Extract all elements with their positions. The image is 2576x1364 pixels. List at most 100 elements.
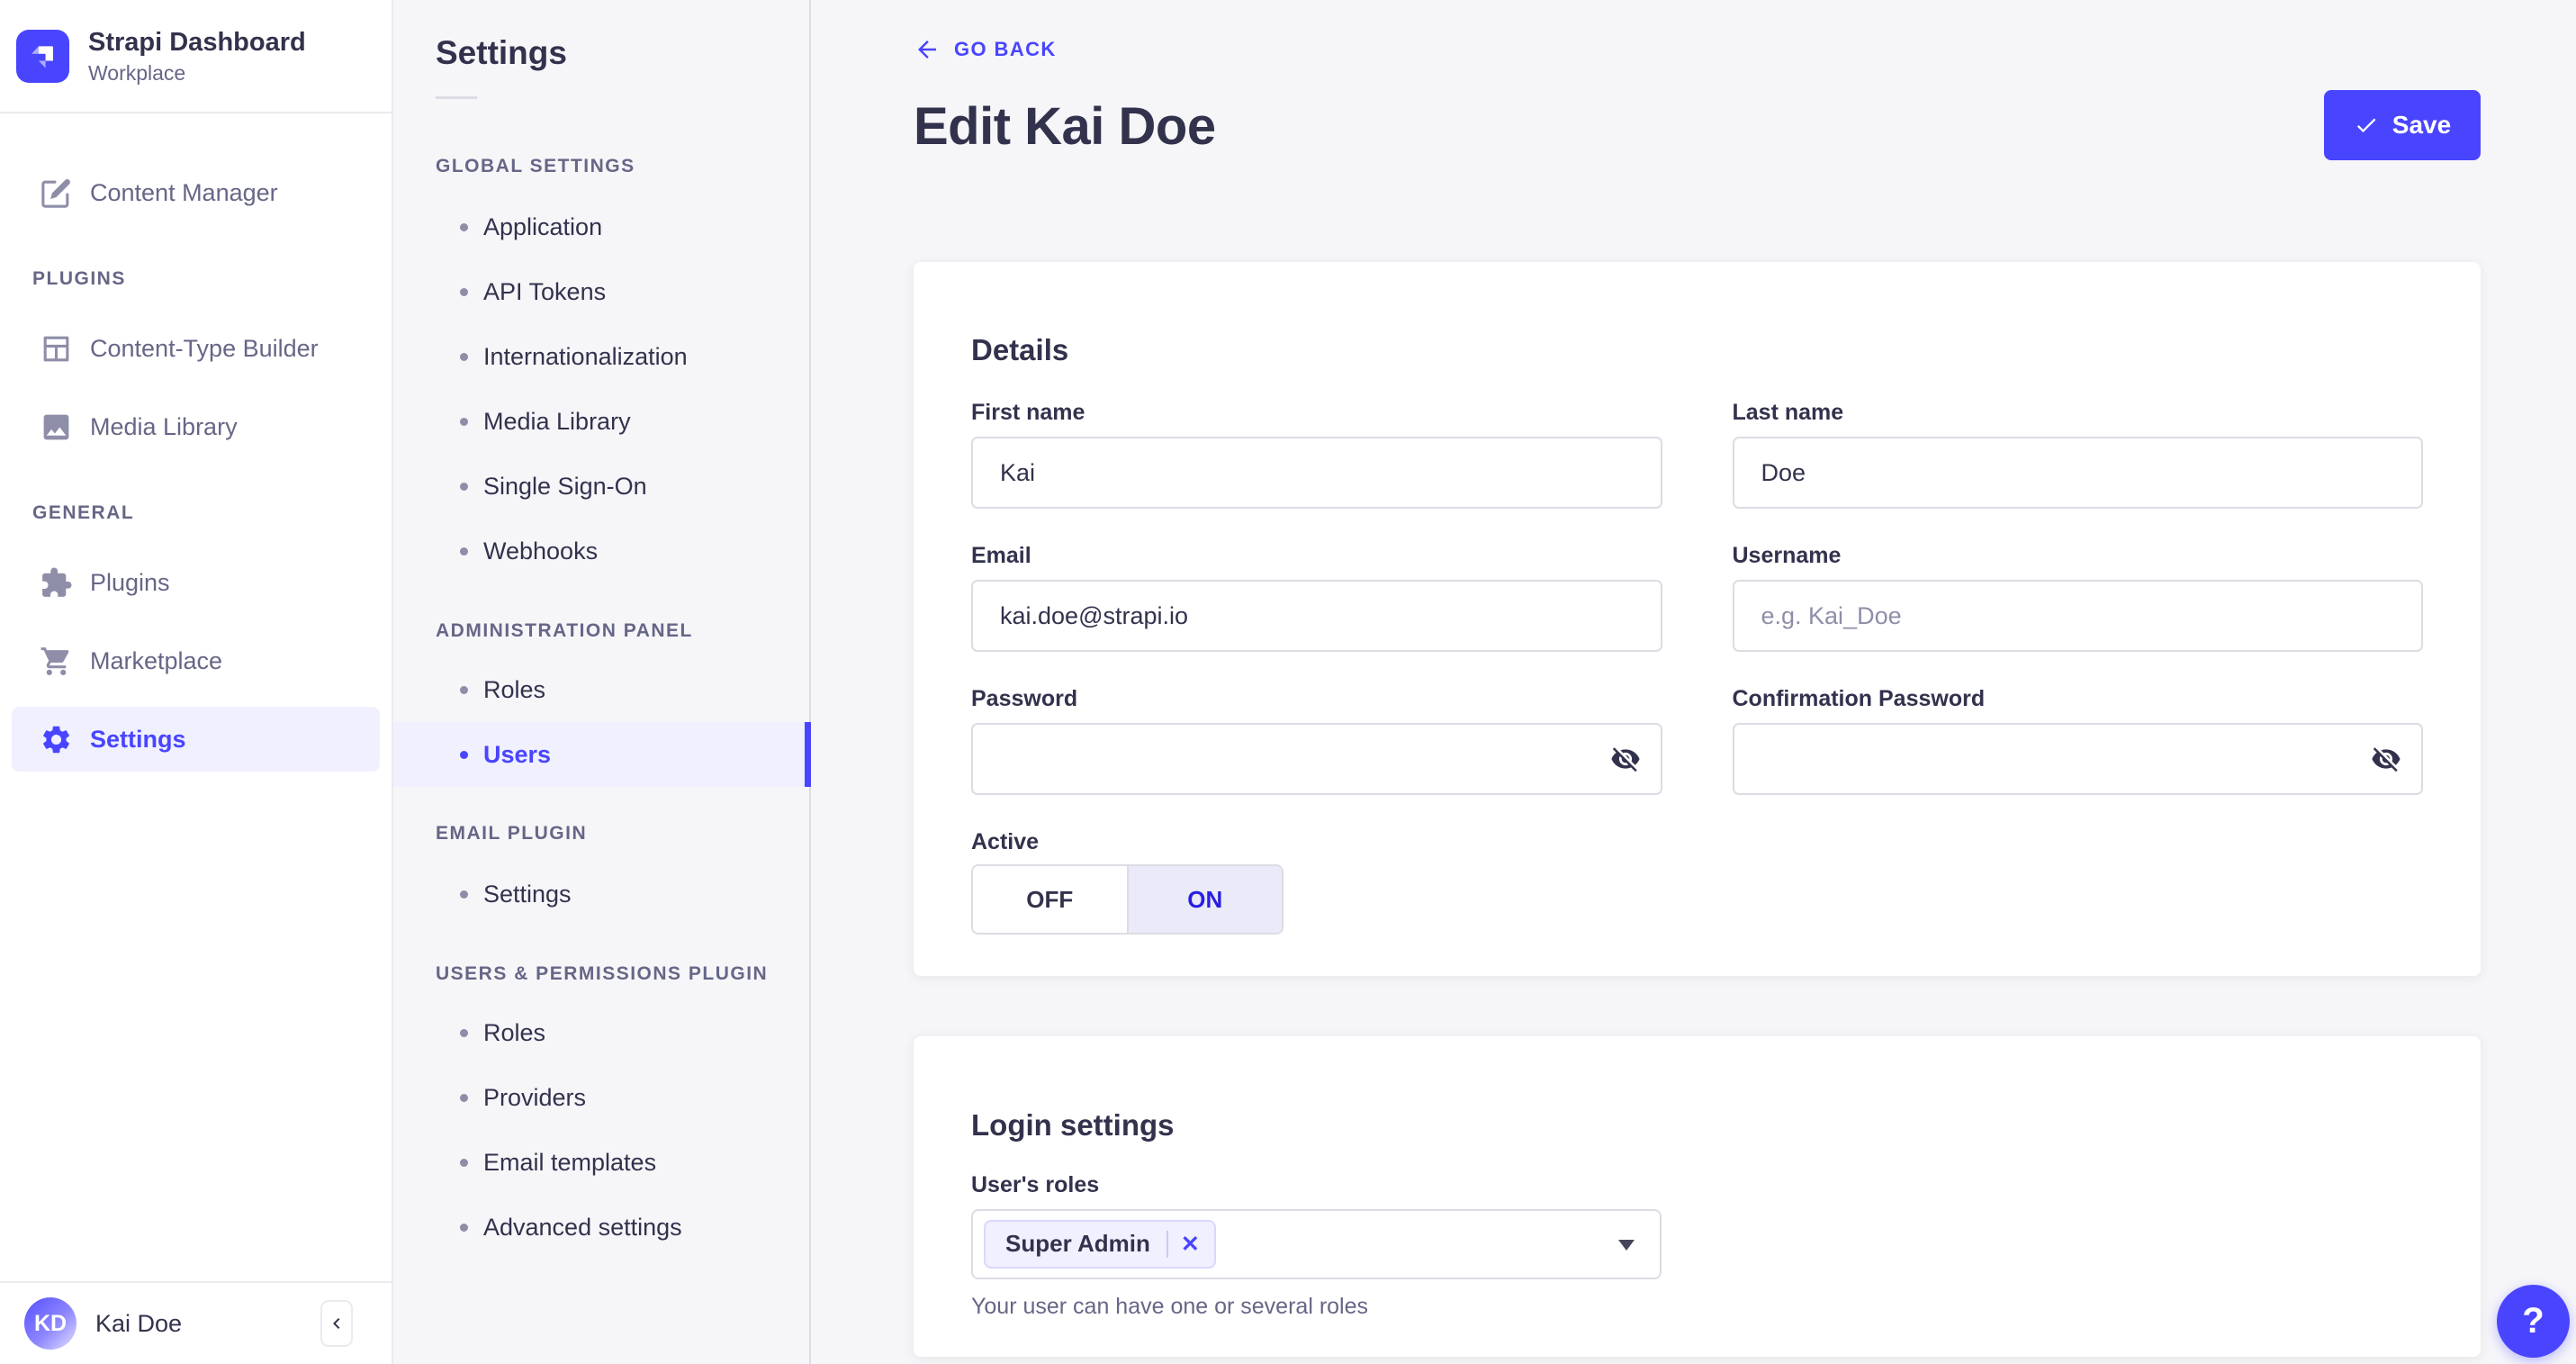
save-button[interactable]: Save <box>2324 90 2481 160</box>
subnav-item-label: Settings <box>483 880 572 908</box>
sidebar-item-settings[interactable]: Settings <box>12 707 380 772</box>
subnav-item-internationalization[interactable]: Internationalization <box>393 324 809 389</box>
brand-header: Strapi Dashboard Workplace <box>0 0 392 113</box>
subnav-item-email-templates[interactable]: Email templates <box>393 1130 809 1195</box>
subnav-item-label: Single Sign-On <box>483 472 647 500</box>
sidebar-item-media-library[interactable]: Media Library <box>12 394 380 459</box>
first-name-group: First name <box>971 400 1662 510</box>
subnav-item-label: Application <box>483 212 603 240</box>
remove-role-button[interactable]: ✕ <box>1170 1231 1214 1258</box>
roles-hint: Your user can have one or several roles <box>971 1293 1369 1319</box>
subnav-item-label: Email templates <box>483 1148 657 1176</box>
subnav-item-admin-users[interactable]: Users <box>393 722 811 787</box>
nav-section-general: GENERAL <box>32 502 135 523</box>
password-label: Password <box>971 686 1078 712</box>
avatar: KD <box>24 1297 77 1350</box>
subnav-item-label: Users <box>483 740 552 768</box>
toggle-off-option[interactable]: OFF <box>973 866 1129 934</box>
go-back-link[interactable]: GO BACK <box>914 36 1057 63</box>
subnav-item-webhooks[interactable]: Webhooks <box>393 519 809 583</box>
divider <box>436 96 477 99</box>
toggle-confirmation-visibility-button[interactable] <box>2364 736 2409 781</box>
role-chip-label: Super Admin <box>1005 1230 1150 1258</box>
page-header: GO BACK Edit Kai Doe Save <box>811 0 2576 160</box>
subnav-title: Settings <box>436 34 567 71</box>
eye-off-icon <box>2371 744 2401 774</box>
arrow-left-icon <box>914 36 941 63</box>
sidebar-item-plugins[interactable]: Plugins <box>12 550 380 615</box>
sidebar-item-content-manager[interactable]: Content Manager <box>12 160 380 225</box>
gear-icon <box>40 723 73 756</box>
last-name-label: Last name <box>1732 400 1844 426</box>
sidebar-item-marketplace[interactable]: Marketplace <box>12 628 380 693</box>
user-row: KD Kai Doe <box>0 1281 392 1364</box>
sidebar-item-label: Media Library <box>90 412 238 440</box>
save-label: Save <box>2391 111 2452 139</box>
confirmation-password-group: Confirmation Password <box>1732 686 2423 796</box>
subnav-item-admin-roles[interactable]: Roles <box>393 657 809 722</box>
sidebar-item-label: Content-Type Builder <box>90 334 319 362</box>
active-label: Active <box>971 829 1040 855</box>
toggle-on-option[interactable]: ON <box>1128 866 1282 934</box>
details-card: Details First name Last name Email Usern… <box>914 262 2481 977</box>
settings-subnav: Settings GLOBAL SETTINGS Application API… <box>393 0 811 1364</box>
last-name-group: Last name <box>1732 400 2423 510</box>
subnav-section-global-settings: GLOBAL SETTINGS <box>436 156 635 176</box>
details-heading: Details <box>971 333 1069 367</box>
username-label: Username <box>1732 543 1842 569</box>
subnav-section-email-plugin: EMAIL PLUGIN <box>436 823 588 844</box>
confirmation-password-field[interactable] <box>1732 723 2423 796</box>
app-title: Strapi Dashboard <box>88 28 306 58</box>
nav-section-plugins: PLUGINS <box>32 268 126 289</box>
details-form: First name Last name Email Username Pass… <box>971 400 2423 935</box>
strapi-logo-icon <box>16 29 69 83</box>
sidebar-item-content-type-builder[interactable]: Content-Type Builder <box>12 316 380 381</box>
username-field[interactable] <box>1732 580 2423 653</box>
role-chip: Super Admin ✕ <box>984 1219 1216 1269</box>
subnav-item-providers[interactable]: Providers <box>393 1065 809 1130</box>
subnav-item-up-roles[interactable]: Roles <box>393 1000 809 1065</box>
eye-off-icon <box>1610 744 1641 774</box>
go-back-label: GO BACK <box>954 38 1057 60</box>
collapse-sidebar-button[interactable] <box>320 1300 353 1347</box>
puzzle-icon <box>40 566 73 600</box>
main-content: GO BACK Edit Kai Doe Save Details First … <box>811 0 2576 1364</box>
login-settings-heading: Login settings <box>971 1107 1175 1142</box>
sidebar-item-label: Settings <box>90 725 186 753</box>
subnav-item-single-sign-on[interactable]: Single Sign-On <box>393 454 809 519</box>
sidebar-item-label: Plugins <box>90 568 170 596</box>
sidebar-item-label: Marketplace <box>90 646 223 674</box>
email-group: Email <box>971 543 1662 653</box>
subnav-item-label: Webhooks <box>483 537 599 565</box>
subnav-item-email-settings[interactable]: Settings <box>393 862 809 926</box>
subnav-item-application[interactable]: Application <box>393 194 809 259</box>
image-icon <box>40 411 73 444</box>
subnav-item-label: Roles <box>483 1018 546 1046</box>
feather-icon <box>40 176 73 210</box>
subnav-item-label: Internationalization <box>483 342 688 370</box>
divider <box>1166 1230 1168 1258</box>
subnav-item-advanced-settings[interactable]: Advanced settings <box>393 1195 809 1260</box>
app-sidebar: Strapi Dashboard Workplace Content Manag… <box>0 0 393 1364</box>
chevron-down-icon <box>1618 1239 1635 1251</box>
help-button[interactable]: ? <box>2497 1285 2570 1358</box>
users-roles-label: User's roles <box>971 1171 1100 1197</box>
toggle-password-visibility-button[interactable] <box>1603 736 1648 781</box>
email-field[interactable] <box>971 580 1662 653</box>
close-icon: ✕ <box>1180 1231 1200 1257</box>
subnav-item-label: API Tokens <box>483 277 607 305</box>
password-field[interactable] <box>971 723 1662 796</box>
email-label: Email <box>971 543 1031 569</box>
layout-icon <box>40 332 73 366</box>
first-name-field[interactable] <box>971 437 1662 510</box>
username-group: Username <box>1732 543 2423 653</box>
subnav-item-media-library[interactable]: Media Library <box>393 389 809 454</box>
last-name-field[interactable] <box>1732 437 2423 510</box>
main-nav: Content Manager PLUGINS Content-Type Bui… <box>0 113 392 772</box>
subnav-item-api-tokens[interactable]: API Tokens <box>393 259 809 324</box>
password-group: Password <box>971 686 1662 796</box>
question-mark-icon: ? <box>2522 1301 2544 1341</box>
active-toggle: OFF ON <box>971 864 1283 935</box>
roles-select[interactable]: Super Admin ✕ <box>971 1208 1662 1279</box>
chevron-left-icon <box>326 1313 347 1334</box>
